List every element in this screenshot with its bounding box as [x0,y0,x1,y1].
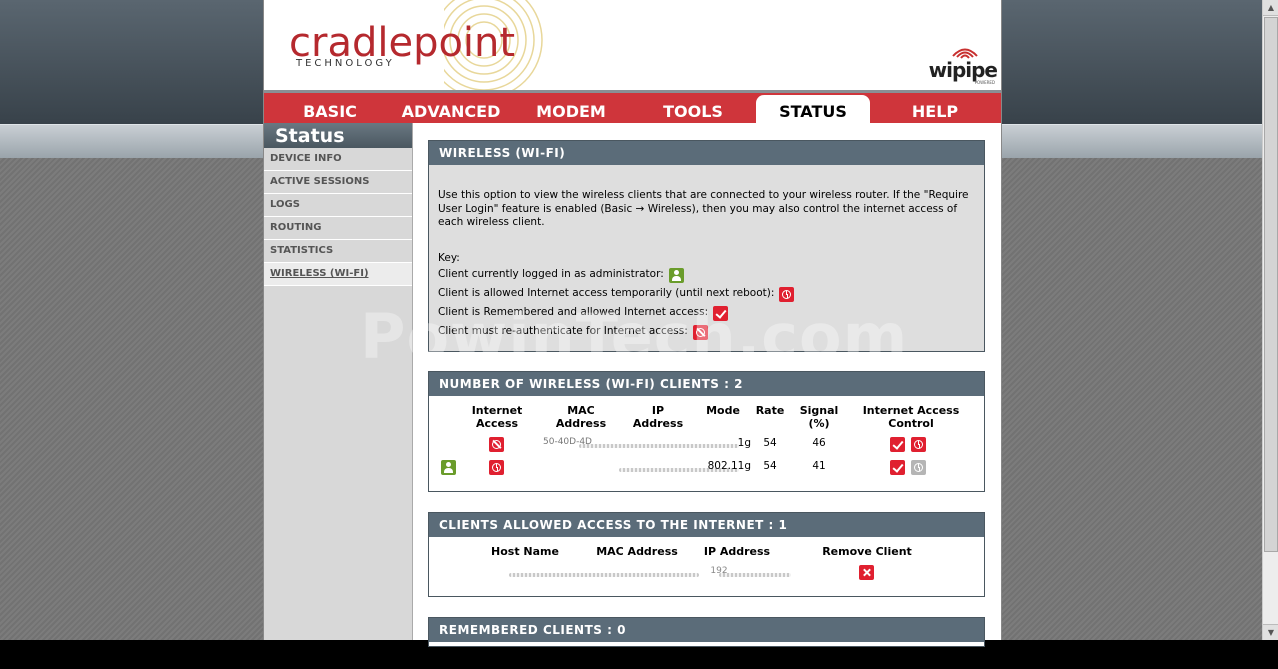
tab-help[interactable]: HELP [874,95,996,123]
no-access-icon [489,437,504,452]
col-mode: Mode [706,404,740,417]
clock-icon [779,286,795,302]
key-item: Client currently logged in as administra… [438,266,975,285]
tab-tools[interactable]: TOOLS [633,95,753,123]
key-text: Client currently logged in as administra… [438,268,664,281]
key-item: Client is allowed Internet access tempor… [438,285,975,304]
checkmark-icon [713,305,729,321]
wireless-description: Use this option to view the wireless cli… [438,189,969,228]
sidebar-item-wireless[interactable]: WIRELESS (WI-FI) [264,263,412,286]
sidebar-item-logs[interactable]: LOGS [264,194,412,217]
remembered-clients-panel: REMEMBERED CLIENTS : 0 [428,617,985,647]
remember-client-button[interactable] [890,437,905,452]
sidebar: Status DEVICE INFO ACTIVE SESSIONS LOGS … [264,123,413,640]
scroll-up-arrow-icon[interactable]: ▲ [1263,0,1278,16]
signal-cell: 46 [812,437,826,449]
sidebar-title: Status [264,123,412,148]
admin-user-icon [441,460,456,475]
panel-title: WIRELESS (WI-FI) [429,141,984,165]
sidebar-item-device-info[interactable]: DEVICE INFO [264,148,412,171]
col-mac-address: MAC Address [596,545,678,558]
key-label: Key: [438,251,460,264]
mode-cell: 802.11g [707,460,751,472]
scroll-thumb[interactable] [1264,17,1278,552]
sidebar-item-active-sessions[interactable]: ACTIVE SESSIONS [264,171,412,194]
sidebar-item-routing[interactable]: ROUTING [264,217,412,240]
col-access-control: Internet Access Control [862,404,960,430]
key-text: Client is allowed Internet access tempor… [438,287,775,300]
tab-advanced[interactable]: ADVANCED [391,95,511,123]
panel-title: REMEMBERED CLIENTS : 0 [429,618,984,642]
redacted-data [509,573,699,577]
key-item: Client is Remembered and allowed Interne… [438,304,975,323]
remember-client-button[interactable] [890,460,905,475]
clock-icon [489,460,504,475]
col-mac-address: MAC Address [555,404,607,430]
redacted-data [719,573,791,577]
col-signal: Signal (%) [799,404,839,430]
no-access-icon [692,324,708,340]
col-rate: Rate [755,404,785,417]
col-internet-access: Internet Access [471,404,523,430]
rate-cell: 54 [763,437,777,449]
main-content: WIRELESS (WI-FI) Use this option to view… [414,123,1001,647]
brand-subtitle: TECHNOLOGY [296,58,395,69]
signal-cell: 41 [812,460,826,472]
admin-user-icon [668,267,684,283]
rate-cell: 54 [763,460,777,472]
scroll-down-arrow-icon[interactable]: ▼ [1263,624,1278,640]
tab-basic[interactable]: BASIC [269,95,391,123]
col-ip-address: IP Address [632,404,684,430]
key-text: Client is Remembered and allowed Interne… [438,306,709,319]
temporary-access-button[interactable] [911,460,926,475]
wireless-clients-panel: NUMBER OF WIRELESS (WI-FI) CLIENTS : 2 I… [428,371,985,492]
col-remove-client: Remove Client [822,545,912,558]
col-host-name: Host Name [491,545,559,558]
col-ip-address: IP Address [703,545,771,558]
allowed-clients-panel: CLIENTS ALLOWED ACCESS TO THE INTERNET :… [428,512,985,597]
temporary-access-button[interactable] [911,437,926,452]
sidebar-item-statistics[interactable]: STATISTICS [264,240,412,263]
redacted-data [579,444,739,448]
panel-title: CLIENTS ALLOWED ACCESS TO THE INTERNET :… [429,513,984,537]
key-text: Client must re-authenticate for Internet… [438,325,688,338]
tab-modem[interactable]: MODEM [511,95,631,123]
main-nav: BASIC ADVANCED MODEM TOOLS STATUS HELP [264,90,1001,123]
product-logo-sub: POWERED [974,80,995,85]
tab-status[interactable]: STATUS [756,95,870,123]
remove-client-button[interactable] [859,565,874,580]
header: cradlepoint TECHNOLOGY wipipe POWERED [264,0,1001,90]
key-item: Client must re-authenticate for Internet… [438,323,975,342]
panel-title: NUMBER OF WIRELESS (WI-FI) CLIENTS : 2 [429,372,984,396]
wireless-info-panel: WIRELESS (WI-FI) Use this option to view… [428,140,985,352]
router-admin-page: cradlepoint TECHNOLOGY wipipe POWERED BA… [263,0,1002,647]
vertical-scrollbar[interactable]: ▲ ▼ [1262,0,1278,640]
mode-cell: 1g [737,437,751,449]
product-logo: wipipe [928,58,998,82]
